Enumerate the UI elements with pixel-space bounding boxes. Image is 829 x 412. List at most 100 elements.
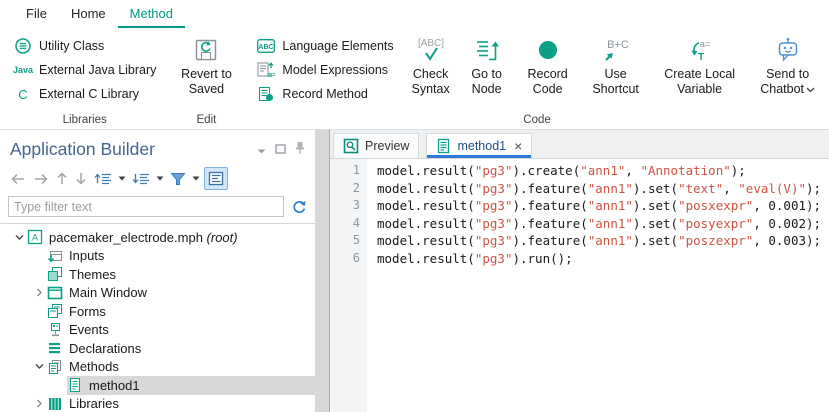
line-number: 6 (330, 250, 360, 268)
filter-icon[interactable] (168, 169, 188, 189)
filter-dropdown-icon[interactable] (191, 169, 201, 189)
tree-item-pacemaker-electrode-mph[interactable]: Apacemaker_electrode.mph (root) (0, 228, 315, 247)
send-to-chatbot-button[interactable]: Send to Chatbot (749, 29, 827, 97)
tree-item-label: Libraries (69, 396, 119, 411)
ribbon-group-edit: Revert to Saved Edit (171, 29, 241, 129)
go-to-node-button[interactable]: Go to Node (459, 29, 515, 97)
tree-item-methods[interactable]: Methods (0, 358, 315, 377)
check-syntax-label: Check Syntax (407, 67, 455, 97)
svg-text:a=: a= (268, 70, 275, 78)
panel-splitter[interactable] (315, 130, 329, 412)
revert-to-saved-icon (193, 34, 219, 66)
tab-preview[interactable]: Preview (333, 133, 419, 158)
tree-item-method1[interactable]: method1 (0, 376, 315, 395)
move-up-icon[interactable] (54, 169, 70, 189)
float-window-icon[interactable] (275, 142, 286, 157)
revert-to-saved-label: Revert to Saved (175, 67, 237, 97)
collapse-list-icon[interactable] (130, 169, 152, 189)
tree-item-label: Declarations (69, 341, 141, 356)
tab-file[interactable]: File (14, 1, 59, 28)
language-elements-button[interactable]: ABC Language Elements (247, 34, 402, 58)
expand-list-dropdown-icon[interactable] (117, 169, 127, 189)
tree-item-declarations[interactable]: Declarations (0, 339, 315, 358)
pin-icon[interactable] (295, 141, 305, 158)
record-code-button[interactable]: Record Code (515, 29, 581, 97)
chevron-down-icon (806, 82, 815, 97)
main-window-icon (47, 285, 63, 301)
ribbon: Utility Class Java External Java Library… (0, 28, 829, 130)
utility-class-label: Utility Class (39, 39, 104, 53)
group-label-edit: Edit (171, 113, 241, 129)
forward-arrow-icon[interactable] (31, 169, 51, 189)
collapse-chevron-icon[interactable] (257, 142, 266, 157)
expander-closed-icon[interactable] (32, 397, 47, 410)
tree-item-label: Forms (69, 304, 106, 319)
code-line-5[interactable]: model.result("pg3").feature("ann1").set(… (377, 232, 829, 250)
method-icon (67, 377, 83, 393)
utility-class-button[interactable]: Utility Class (4, 34, 165, 58)
expander-open-icon[interactable] (12, 231, 27, 244)
declarations-icon (47, 340, 63, 356)
code-line-2[interactable]: model.result("pg3").feature("ann1").set(… (377, 180, 829, 198)
tab-method[interactable]: Method (118, 1, 185, 28)
model-expressions-icon: a= (256, 62, 276, 78)
show-details-toggle[interactable] (204, 167, 228, 190)
java-icon: Java (13, 65, 33, 75)
method-editor: Preview method1 × 123456 model.result("p… (329, 130, 829, 412)
model-expressions-label: Model Expressions (282, 63, 388, 77)
filter-row (0, 195, 315, 223)
forms-icon (47, 303, 63, 319)
code-line-1[interactable]: model.result("pg3").create("ann1", "Anno… (377, 162, 829, 180)
create-local-variable-icon: a=T (685, 34, 715, 66)
editor-tabbar: Preview method1 × (330, 130, 829, 159)
tree-item-events[interactable]: Events (0, 321, 315, 340)
external-c-library-label: External C Library (39, 87, 139, 101)
code-line-3[interactable]: model.result("pg3").feature("ann1").set(… (377, 197, 829, 215)
tree[interactable]: Apacemaker_electrode.mph (root)InputsThe… (0, 223, 315, 412)
record-method-button[interactable]: Record Method (247, 82, 402, 106)
tab-home[interactable]: Home (59, 1, 118, 28)
external-java-library-button[interactable]: Java External Java Library (4, 58, 165, 82)
tree-item-label: method1 (89, 378, 140, 393)
expander-open-icon[interactable] (32, 360, 47, 373)
collapse-list-dropdown-icon[interactable] (155, 169, 165, 189)
group-label-libraries: Libraries (4, 113, 165, 129)
refresh-icon[interactable] (291, 199, 307, 215)
application-window: File Home Method Utility Class Java Exte… (0, 0, 829, 412)
tree-item-themes[interactable]: Themes (0, 265, 315, 284)
use-shortcut-button[interactable]: B+C Use Shortcut (581, 29, 651, 97)
move-down-icon[interactable] (73, 169, 89, 189)
code-line-6[interactable]: model.result("pg3").run(); (377, 250, 829, 268)
tree-item-main-window[interactable]: Main Window (0, 284, 315, 303)
code-editor[interactable]: 123456 model.result("pg3").create("ann1"… (330, 159, 829, 412)
revert-to-saved-button[interactable]: Revert to Saved (171, 29, 241, 97)
tab-method1-label: method1 (457, 139, 506, 153)
external-java-library-label: External Java Library (39, 63, 156, 77)
tab-method1[interactable]: method1 × (426, 133, 532, 158)
check-syntax-button[interactable]: [ABC] Check Syntax (403, 29, 459, 97)
expand-list-icon[interactable] (92, 169, 114, 189)
back-arrow-icon[interactable] (8, 169, 28, 189)
line-number-gutter: 123456 (330, 159, 367, 412)
c-icon: C (13, 87, 33, 102)
tree-item-inputs[interactable]: Inputs (0, 247, 315, 266)
events-icon (47, 322, 63, 338)
go-to-node-icon (473, 34, 500, 66)
filter-input[interactable] (8, 196, 284, 217)
expander-closed-icon[interactable] (32, 286, 47, 299)
tree-item-label: Events (69, 322, 109, 337)
model-expressions-button[interactable]: a= Model Expressions (247, 58, 402, 82)
external-c-library-button[interactable]: C External C Library (4, 82, 165, 106)
close-icon[interactable]: × (512, 139, 522, 153)
create-local-variable-button[interactable]: a=T Create Local Variable (651, 29, 749, 97)
tree-item-libraries[interactable]: Libraries (0, 395, 315, 412)
methods-icon (47, 359, 63, 375)
preview-icon (343, 138, 359, 154)
record-code-label: Record Code (519, 67, 577, 97)
svg-text:[ABC]: [ABC] (418, 38, 444, 49)
tree-item-forms[interactable]: Forms (0, 302, 315, 321)
tree-item-label: Main Window (69, 285, 147, 300)
code-line-4[interactable]: model.result("pg3").feature("ann1").set(… (377, 215, 829, 233)
code-area[interactable]: model.result("pg3").create("ann1", "Anno… (367, 159, 829, 412)
language-elements-icon: ABC (256, 39, 276, 53)
